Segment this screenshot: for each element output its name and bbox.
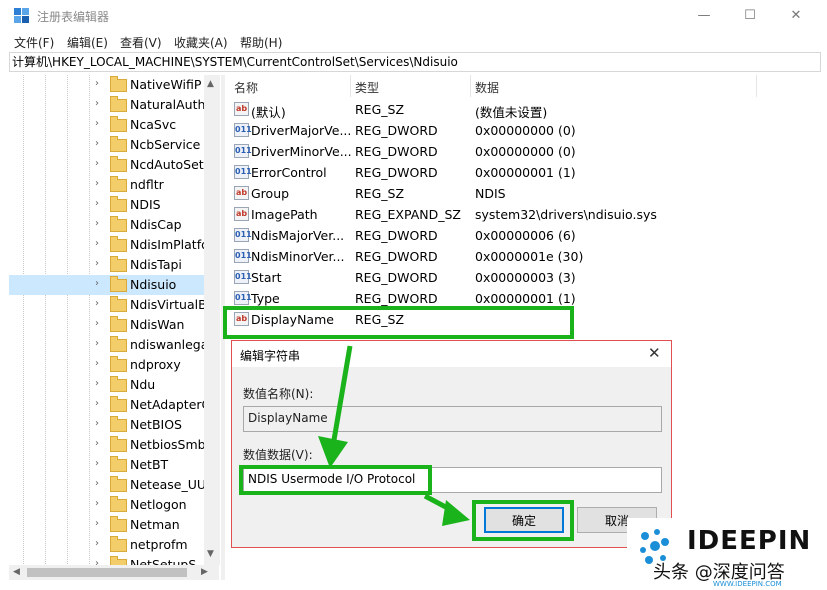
arrow-down-line: [331, 345, 353, 441]
watermark: IDEEPIN 头条 @深度问答 WWW.IDEEPIN.COM: [627, 518, 827, 590]
watermark-url: WWW.IDEEPIN.COM: [713, 580, 782, 588]
annotation-arrows: [318, 345, 470, 526]
watermark-brand: IDEEPIN: [687, 526, 812, 556]
arrow-right-head: [442, 500, 470, 526]
arrow-down-head: [318, 436, 348, 468]
